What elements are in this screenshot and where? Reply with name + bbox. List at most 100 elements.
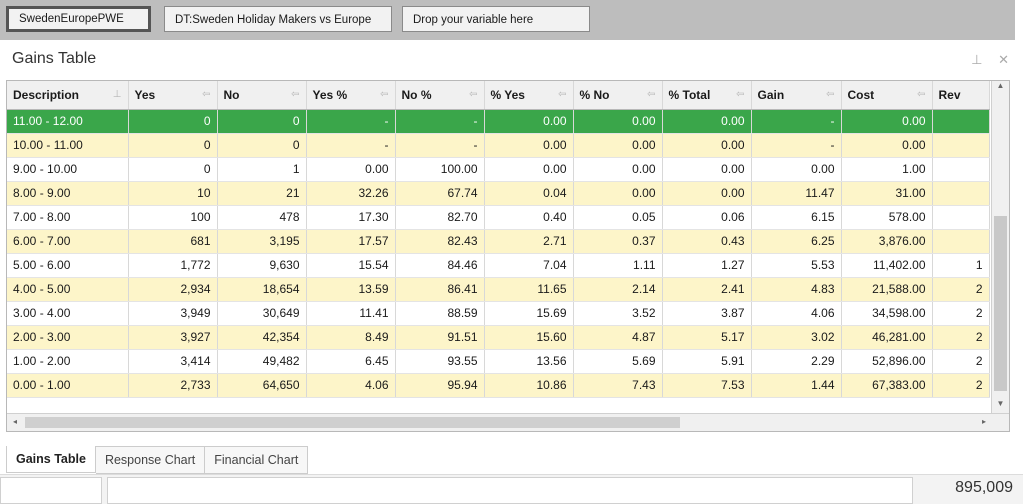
- table-cell: 84.46: [395, 253, 485, 278]
- table-cell: 0.05: [573, 205, 663, 230]
- tab-response-chart[interactable]: Response Chart: [95, 446, 206, 474]
- table-cell: 15.54: [306, 253, 396, 278]
- vertical-scrollbar[interactable]: ▲ ▼: [991, 81, 1009, 413]
- column-header-label: Description: [13, 87, 80, 102]
- table-cell: 2: [932, 373, 990, 398]
- table-cell: 18,654: [217, 277, 307, 302]
- table-cell: 0.00: [662, 181, 752, 206]
- variable-chip-sweden-europe-pwe[interactable]: SwedenEuropePWE: [6, 6, 151, 32]
- filter-icon[interactable]: ⇦: [736, 89, 744, 100]
- table-row[interactable]: 11.00 - 12.00 0 0- -0.00 0.00 0.00-0.00: [7, 109, 990, 134]
- gains-table: Description ⊥ Yes ⇦ No ⇦ Yes % ⇦ No % ⇦% Yes ⇦% No…: [7, 81, 990, 398]
- table-cell: 2,934: [128, 277, 218, 302]
- table-cell: 6.15: [751, 205, 842, 230]
- variable-chip-decision-tree[interactable]: DT:Sweden Holiday Makers vs Europe: [164, 6, 392, 32]
- table-cell: 0.00: [662, 133, 752, 158]
- table-cell: 1.27: [662, 253, 752, 278]
- column-header[interactable]: Description ⊥: [7, 81, 129, 110]
- table-cell: 11.41: [306, 301, 396, 326]
- table-row[interactable]: 2.00 - 3.00 3,927 42,354 8.49 91.51 15.60 4.87…: [7, 325, 990, 350]
- column-header[interactable]: Rev: [932, 81, 990, 110]
- table-row[interactable]: 6.00 - 7.00 681 3,195 17.57 82.43 2.71 0.37 0.4…: [7, 229, 990, 254]
- table-cell: 0.00: [751, 157, 842, 182]
- scroll-down-icon[interactable]: ▼: [992, 399, 1009, 413]
- column-header-label: Rev: [938, 87, 961, 102]
- filter-icon[interactable]: ⇦: [380, 89, 388, 100]
- table-cell: 42,354: [217, 325, 307, 350]
- table-cell: 5.00 - 6.00: [7, 253, 129, 278]
- scroll-right-icon[interactable]: ▸: [977, 415, 991, 429]
- table-cell: 0.00: [573, 109, 663, 134]
- horizontal-scroll-thumb[interactable]: [25, 417, 680, 428]
- table-cell: -: [751, 133, 842, 158]
- table-cell: 2.29: [751, 349, 842, 374]
- table-row[interactable]: 8.00 - 9.00 10 21 32.26 67.74 0.04 0.00 0.00 11.…: [7, 181, 990, 206]
- table-cell: 52,896.00: [841, 349, 933, 374]
- column-header[interactable]: No % ⇦: [395, 81, 485, 110]
- table-cell: 100.00: [395, 157, 485, 182]
- table-cell: -: [306, 133, 396, 158]
- column-header[interactable]: Yes % ⇦: [306, 81, 396, 110]
- filter-icon[interactable]: ⇦: [291, 89, 299, 100]
- table-cell: 31.00: [841, 181, 933, 206]
- scroll-up-icon[interactable]: ▲: [992, 81, 1009, 95]
- filter-icon[interactable]: ⇦: [558, 89, 566, 100]
- column-header[interactable]: % Yes ⇦: [484, 81, 574, 110]
- column-header[interactable]: % Total ⇦: [662, 81, 752, 110]
- table-cell: 0.37: [573, 229, 663, 254]
- filter-icon[interactable]: ⇦: [647, 89, 655, 100]
- status-bar: 895,009: [0, 474, 1023, 504]
- variable-drop-zone[interactable]: Drop your variable here: [402, 6, 590, 32]
- filter-icon[interactable]: ⇦: [469, 89, 477, 100]
- column-header-label: Gain: [757, 87, 785, 102]
- table-row[interactable]: 0.00 - 1.00 2,733 64,650 4.06 95.94 10.86 7.43…: [7, 373, 990, 398]
- table-cell: 4.83: [751, 277, 842, 302]
- status-box-left: [0, 477, 102, 504]
- column-header[interactable]: Yes ⇦: [128, 81, 218, 110]
- table-row[interactable]: 3.00 - 4.00 3,949 30,649 11.41 88.59 15.69 3.5…: [7, 301, 990, 326]
- close-icon[interactable]: ✕: [998, 52, 1009, 67]
- filter-icon[interactable]: ⇦: [917, 89, 925, 100]
- horizontal-scrollbar[interactable]: ◂ ▸: [7, 413, 1009, 431]
- table-cell: 15.69: [484, 301, 574, 326]
- table-cell: 1.00: [841, 157, 933, 182]
- pin-icon[interactable]: ⊥: [971, 52, 982, 67]
- table-row[interactable]: 10.00 - 11.00 0 0- -0.00 0.00 0.00-0.00: [7, 133, 990, 158]
- pin-icon[interactable]: ⊥: [113, 89, 122, 100]
- column-header[interactable]: Cost ⇦: [841, 81, 933, 110]
- table-cell: 0.00: [841, 109, 933, 134]
- table-cell: -: [395, 109, 485, 134]
- table-cell: 3,195: [217, 229, 307, 254]
- table-cell: 3.52: [573, 301, 663, 326]
- table-cell: 1.00 - 2.00: [7, 349, 129, 374]
- table-row[interactable]: 9.00 - 10.00 0 1 0.00 100.00 0.00 0.00 0.00 0.00…: [7, 157, 990, 182]
- table-cell: 6.00 - 7.00: [7, 229, 129, 254]
- tab-financial-chart[interactable]: Financial Chart: [205, 446, 309, 474]
- table-cell: 15.60: [484, 325, 574, 350]
- table-cell: 10: [128, 181, 218, 206]
- table-cell: -: [306, 109, 396, 134]
- table-cell: -: [751, 109, 842, 134]
- vertical-scroll-thumb[interactable]: [994, 216, 1007, 391]
- column-header-label: % No: [579, 87, 610, 102]
- tab-gains-table[interactable]: Gains Table: [6, 446, 96, 473]
- table-row[interactable]: 5.00 - 6.00 1,772 9,630 15.54 84.46 7.04 1.11 1…: [7, 253, 990, 278]
- table-cell: 21: [217, 181, 307, 206]
- column-header[interactable]: % No ⇦: [573, 81, 663, 110]
- table-row[interactable]: 1.00 - 2.00 3,414 49,482 6.45 93.55 13.56 5.69…: [7, 349, 990, 374]
- variable-bar: SwedenEuropePWE DT:Sweden Holiday Makers…: [0, 0, 1015, 40]
- table-row[interactable]: 7.00 - 8.00 100 478 17.30 82.70 0.40 0.05 0.06 6…: [7, 205, 990, 230]
- filter-icon[interactable]: ⇦: [202, 89, 210, 100]
- table-cell: 0.04: [484, 181, 574, 206]
- table-cell: 32.26: [306, 181, 396, 206]
- table-cell: 8.00 - 9.00: [7, 181, 129, 206]
- column-header[interactable]: No ⇦: [217, 81, 307, 110]
- table-cell: 11.00 - 12.00: [7, 109, 129, 134]
- scroll-left-icon[interactable]: ◂: [8, 415, 22, 429]
- table-row[interactable]: 4.00 - 5.00 2,934 18,654 13.59 86.41 11.65 2.1…: [7, 277, 990, 302]
- filter-icon[interactable]: ⇦: [826, 89, 834, 100]
- column-header[interactable]: Gain ⇦: [751, 81, 842, 110]
- table-cell: 67,383.00: [841, 373, 933, 398]
- table-cell: 3,414: [128, 349, 218, 374]
- table-cell: 4.06: [306, 373, 396, 398]
